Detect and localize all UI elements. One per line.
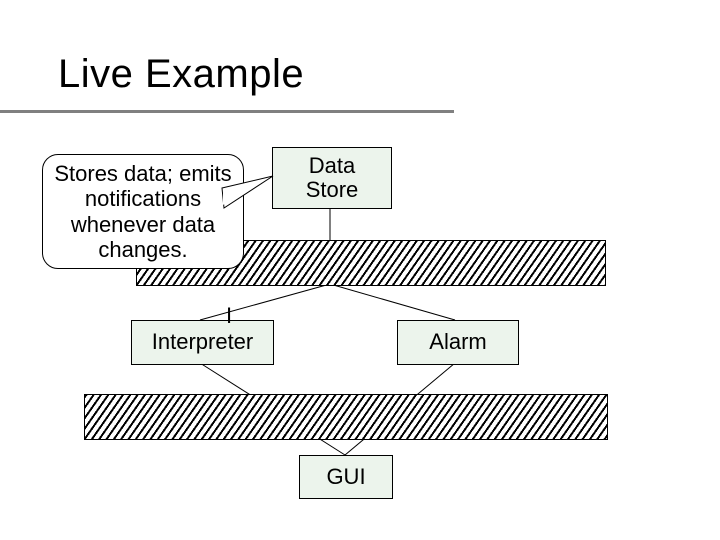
title-underline (0, 110, 454, 113)
slide: Live Example Data Store Interpreter Alar… (0, 0, 720, 540)
slide-title: Live Example (58, 52, 304, 97)
node-interpreter: Interpreter (131, 320, 274, 365)
callout-data-store: Stores data; emits notifications wheneve… (42, 154, 244, 269)
node-alarm: Alarm (397, 320, 519, 365)
callout-text: Stores data; emits notifications wheneve… (54, 161, 231, 262)
hatch-bar-bottom (84, 394, 608, 440)
node-gui: GUI (299, 455, 393, 499)
node-data-store: Data Store (272, 147, 392, 209)
fragment-letter-i: I (226, 303, 232, 329)
